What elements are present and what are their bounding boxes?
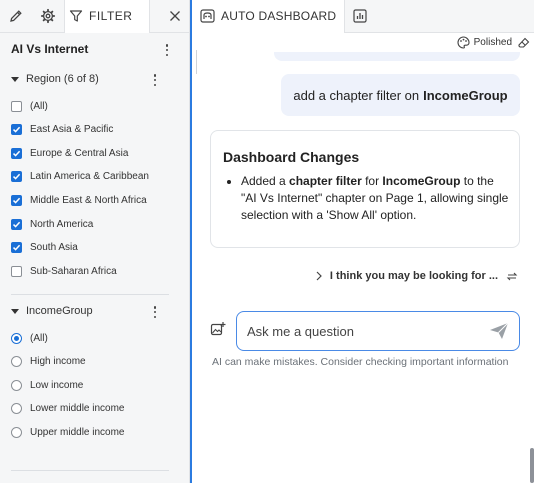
incomegroup-group-toggle[interactable]: IncomeGroup	[11, 305, 93, 317]
suggestion-row[interactable]: I think you may be looking for ...	[316, 270, 518, 282]
region-option-label: East Asia & Pacific	[30, 124, 114, 136]
caret-down-icon	[11, 76, 19, 82]
palette-icon	[457, 36, 470, 49]
edit-tab[interactable]	[0, 0, 32, 33]
ask-input[interactable]: Ask me a question	[236, 311, 520, 351]
style-selector[interactable]: Polished	[457, 36, 530, 49]
checkbox-checked-icon[interactable]	[11, 171, 22, 183]
caret-down-icon	[11, 308, 19, 314]
pencil-icon	[10, 10, 22, 22]
user-message-text: add a chapter filter on	[293, 87, 420, 103]
chevron-right-icon	[316, 271, 322, 281]
filter-panel-tabs: FILTER	[0, 0, 189, 33]
incomegroup-option-label: Low income	[30, 379, 84, 391]
radio-icon[interactable]	[11, 403, 22, 415]
chart-tab[interactable]	[345, 0, 375, 33]
checkbox-checked-icon[interactable]	[11, 124, 22, 136]
region-option-label: North America	[30, 218, 94, 230]
chat-panel-tabs: AUTO DASHBOARD	[192, 0, 534, 33]
disclaimer-text: AI can make mistakes. Consider checking …	[212, 356, 509, 368]
checkbox-checked-icon[interactable]	[11, 218, 22, 230]
suggestion-text: I think you may be looking for ...	[329, 270, 498, 282]
filter-tab-label: FILTER	[89, 9, 133, 23]
incomegroup-option[interactable]: Low income	[11, 377, 83, 393]
auto-dashboard-tab[interactable]: AUTO DASHBOARD	[192, 0, 346, 33]
response-list: Added a chapter filter for IncomeGroup t…	[241, 173, 511, 224]
filter-tab[interactable]: FILTER	[64, 0, 150, 33]
radio-icon[interactable]	[11, 356, 22, 368]
radio-icon[interactable]	[11, 379, 22, 391]
chat-scroll-edge	[196, 50, 197, 74]
region-option-label: South Asia	[30, 242, 78, 254]
radio-icon[interactable]	[11, 426, 22, 438]
style-label: Polished	[473, 37, 512, 48]
checkbox-icon[interactable]	[11, 100, 22, 112]
ask-row: Ask me a question	[210, 311, 522, 351]
bar-chart-icon	[353, 9, 367, 23]
response-title: Dashboard Changes	[223, 149, 360, 165]
region-option-label: Middle East & North Africa	[30, 194, 147, 206]
region-option-label: Latin America & Caribbean	[30, 171, 149, 183]
image-add-icon[interactable]	[210, 321, 226, 337]
close-button[interactable]	[161, 0, 189, 33]
incomegroup-option-label: High income	[30, 356, 86, 368]
checkbox-checked-icon[interactable]	[11, 147, 22, 159]
region-option[interactable]: Europe & Central Asia	[11, 145, 128, 161]
panel-more-icon[interactable]	[162, 43, 172, 57]
user-message-bold: IncomeGroup	[423, 87, 508, 103]
response-card: Dashboard Changes Added a chapter filter…	[210, 130, 520, 248]
radio-selected-icon[interactable]	[11, 332, 22, 344]
checkbox-checked-icon[interactable]	[11, 194, 22, 206]
send-icon[interactable]	[489, 322, 509, 340]
region-more-icon[interactable]	[150, 73, 160, 87]
group-divider	[11, 294, 169, 295]
region-option[interactable]: Middle East & North Africa	[11, 192, 147, 208]
region-option-label: Europe & Central Asia	[30, 147, 129, 159]
checkbox-icon[interactable]	[11, 265, 22, 277]
gear-icon	[40, 8, 56, 24]
incomegroup-option[interactable]: Lower middle income	[11, 401, 125, 417]
previous-message-bubble	[274, 52, 520, 61]
region-option-label: (All)	[30, 100, 48, 112]
scrollbar-thumb[interactable]	[530, 448, 534, 483]
incomegroup-option-label: Upper middle income	[30, 426, 125, 438]
group-divider	[11, 470, 169, 471]
region-option[interactable]: East Asia & Pacific	[11, 122, 113, 138]
incomegroup-option-label: (All)	[30, 332, 48, 344]
incomegroup-option[interactable]: High income	[11, 354, 86, 370]
response-bullet: Added a chapter filter for IncomeGroup t…	[241, 173, 511, 224]
close-icon	[170, 11, 180, 21]
region-option[interactable]: (All)	[11, 98, 48, 114]
region-option[interactable]: Sub-Saharan Africa	[11, 263, 117, 279]
eraser-icon[interactable]	[518, 37, 530, 49]
incomegroup-option[interactable]: (All)	[11, 330, 48, 346]
ask-placeholder: Ask me a question	[247, 323, 354, 339]
filter-panel-title: AI Vs Internet	[11, 42, 89, 56]
region-option[interactable]: Latin America & Caribbean	[11, 169, 149, 185]
incomegroup-more-icon[interactable]	[150, 305, 160, 319]
auto-dashboard-tab-label: AUTO DASHBOARD	[221, 9, 337, 23]
chat-panel: AUTO DASHBOARD Polished add a chapter fi…	[190, 0, 534, 483]
dashboard-icon	[200, 9, 215, 23]
region-option[interactable]: North America	[11, 216, 93, 232]
refresh-icon[interactable]	[506, 271, 518, 282]
region-group-toggle[interactable]: Region (6 of 8)	[11, 73, 99, 85]
funnel-icon	[69, 10, 83, 22]
region-heading: Region (6 of 8)	[26, 73, 99, 85]
checkbox-checked-icon[interactable]	[11, 242, 22, 254]
incomegroup-option-label: Lower middle income	[30, 403, 125, 415]
region-option-label: Sub-Saharan Africa	[30, 265, 117, 277]
user-message: add a chapter filter on IncomeGroup	[281, 74, 520, 116]
filter-panel: FILTER AI Vs Internet Region (6 of 8) (A…	[0, 0, 190, 483]
incomegroup-option[interactable]: Upper middle income	[11, 424, 125, 440]
incomegroup-heading: IncomeGroup	[26, 305, 93, 317]
settings-tab[interactable]	[32, 0, 64, 33]
region-option[interactable]: South Asia	[11, 240, 78, 256]
